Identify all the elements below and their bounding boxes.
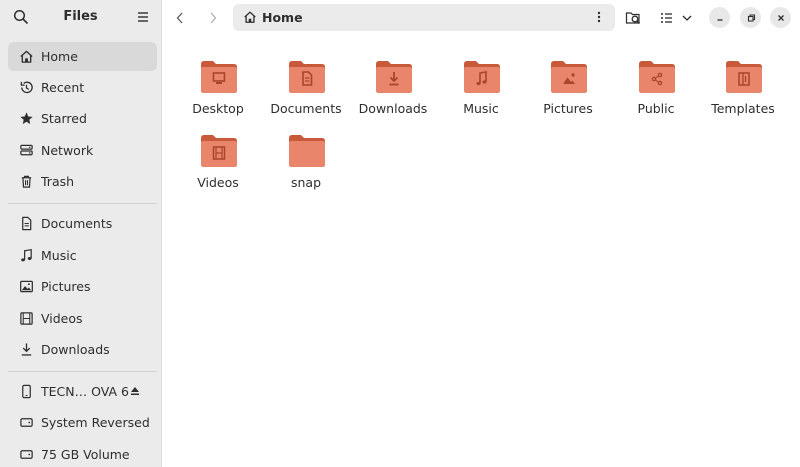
home-icon	[18, 49, 34, 65]
sidebar-divider	[8, 371, 157, 372]
path-bar[interactable]: Home	[233, 4, 615, 31]
sidebar-item-label: Downloads	[41, 342, 110, 357]
sidebar-item-label: Home	[41, 49, 78, 64]
view-options-chevron-down-icon[interactable]	[680, 7, 694, 29]
folder-public-icon	[639, 61, 675, 93]
sidebar-item-network[interactable]: Network	[8, 136, 157, 165]
list-view-icon[interactable]	[656, 7, 678, 29]
trash-icon	[18, 174, 34, 190]
video-icon	[18, 311, 34, 327]
maximize-button[interactable]	[740, 7, 761, 28]
sidebar-item-label: Starred	[41, 111, 87, 126]
sidebar-item-label: Trash	[41, 174, 75, 189]
folder-videos[interactable]: Videos	[176, 133, 260, 203]
sidebar-item-music[interactable]: Music	[8, 241, 157, 270]
folder-label: Downloads	[358, 101, 428, 116]
folder-snap[interactable]: snap	[264, 133, 348, 203]
hamburger-menu-icon[interactable]	[134, 8, 152, 26]
sidebar-item-label: Documents	[41, 216, 113, 231]
main-view: Home Desktop Documents Downloads Music P…	[162, 0, 800, 467]
sidebar-item-documents[interactable]: Documents	[8, 209, 157, 238]
folder-music-icon	[464, 61, 500, 93]
sidebar-item-label: 75 GB Volume	[41, 447, 130, 462]
sidebar-header: Files	[0, 0, 161, 34]
music-icon	[18, 248, 34, 264]
sidebar: Files Home Recent Starred Network Trash …	[0, 0, 162, 467]
sidebar-item-downloads[interactable]: Downloads	[8, 335, 157, 364]
folder-videos-icon	[201, 135, 237, 167]
more-options-icon[interactable]	[595, 10, 603, 24]
folder-public[interactable]: Public	[614, 59, 698, 129]
folder-downloads-icon	[376, 61, 412, 93]
sidebar-item-label: TECN… OVA 6	[41, 384, 129, 399]
folder-pictures[interactable]: Pictures	[526, 59, 610, 129]
folder-documents-icon	[289, 61, 325, 93]
close-button[interactable]	[770, 7, 791, 28]
folder-label: snap	[290, 175, 322, 190]
sidebar-item-trash[interactable]: Trash	[8, 167, 157, 196]
folder-music[interactable]: Music	[439, 59, 523, 129]
sidebar-item-label: Music	[41, 248, 77, 263]
eject-icon[interactable]	[129, 385, 141, 397]
sidebar-item-label: Videos	[41, 311, 83, 326]
recent-icon	[18, 80, 34, 96]
sidebar-item-pictures[interactable]: Pictures	[8, 272, 157, 301]
sidebar-item-phone-device[interactable]: TECN… OVA 6	[8, 377, 157, 406]
forward-button[interactable]	[202, 7, 224, 29]
sidebar-item-recent[interactable]: Recent	[8, 73, 157, 102]
star-icon	[18, 111, 34, 127]
folder-downloads[interactable]: Downloads	[351, 59, 435, 129]
sidebar-item-videos[interactable]: Videos	[8, 304, 157, 333]
sidebar-item-label: Recent	[41, 80, 85, 95]
minimize-button[interactable]	[709, 7, 730, 28]
sidebar-item-label: Network	[41, 143, 94, 158]
folder-label: Videos	[197, 175, 239, 190]
folder-icon	[289, 135, 325, 167]
drive-icon	[18, 415, 34, 431]
sidebar-item-75gb-volume[interactable]: 75 GB Volume	[8, 440, 157, 467]
folder-desktop-icon	[201, 61, 237, 93]
folder-label: Public	[637, 101, 675, 116]
folder-label: Desktop	[192, 101, 244, 116]
sidebar-item-label: System Reversed	[41, 415, 150, 430]
document-icon	[18, 216, 34, 232]
folder-pictures-icon	[551, 61, 587, 93]
phone-icon	[18, 384, 34, 400]
folder-label: Music	[463, 101, 499, 116]
folder-templates-icon	[726, 61, 762, 93]
sidebar-item-home[interactable]: Home	[8, 42, 157, 71]
folder-documents[interactable]: Documents	[264, 59, 348, 129]
sidebar-item-system-reversed[interactable]: System Reversed	[8, 408, 157, 437]
folder-desktop[interactable]: Desktop	[176, 59, 260, 129]
sidebar-item-starred[interactable]: Starred	[8, 104, 157, 133]
path-segment-home[interactable]: Home	[262, 10, 303, 25]
home-icon	[243, 10, 257, 24]
network-icon	[18, 143, 34, 159]
folder-label: Templates	[711, 101, 775, 116]
sidebar-divider	[8, 203, 157, 204]
folder-label: Pictures	[543, 101, 593, 116]
search-folder-button[interactable]	[623, 7, 645, 29]
folder-label: Documents	[270, 101, 342, 116]
folder-templates[interactable]: Templates	[701, 59, 785, 129]
download-icon	[18, 342, 34, 358]
sidebar-item-label: Pictures	[41, 279, 91, 294]
back-button[interactable]	[169, 7, 191, 29]
drive-icon	[18, 447, 34, 463]
picture-icon	[18, 279, 34, 295]
